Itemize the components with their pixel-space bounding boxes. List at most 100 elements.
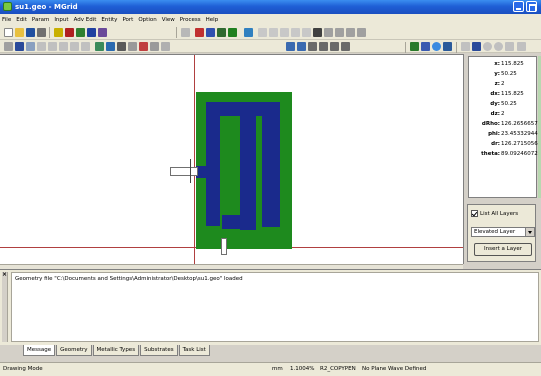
excite-icon[interactable] — [161, 42, 170, 51]
port-icon[interactable] — [128, 42, 137, 51]
port-left[interactable] — [170, 167, 198, 176]
boundary-icon[interactable] — [139, 42, 148, 51]
layer-select[interactable]: Elevated Layer — [471, 227, 535, 237]
view-side-icon[interactable] — [330, 42, 339, 51]
list-all-layers-label: List All Layers — [480, 210, 519, 217]
spline-icon[interactable] — [81, 42, 90, 51]
tab-task-list[interactable]: Task List — [178, 345, 210, 356]
menu-option[interactable]: Option — [138, 17, 156, 23]
insert-layer-button[interactable]: Insert a Layer — [474, 243, 532, 256]
toggle-grid-icon[interactable] — [4, 42, 13, 51]
metal-bottom-link[interactable] — [222, 215, 242, 229]
open-folder-icon[interactable] — [15, 28, 24, 37]
menu-entity[interactable]: Entity — [101, 17, 117, 23]
cut-icon[interactable] — [258, 28, 267, 37]
ortho-icon[interactable] — [26, 42, 35, 51]
draw-line-icon[interactable] — [195, 28, 204, 37]
context-help-icon[interactable] — [65, 28, 74, 37]
substrate-icon[interactable] — [95, 42, 104, 51]
results-icon[interactable] — [443, 42, 452, 51]
list-all-layers-checkbox[interactable] — [471, 210, 478, 217]
port-bottom[interactable] — [221, 238, 227, 255]
drawing-canvas[interactable] — [0, 54, 463, 265]
close-icon[interactable]: × — [2, 271, 7, 278]
view-top-icon[interactable] — [319, 42, 328, 51]
menu-file[interactable]: File — [2, 17, 11, 23]
save-icon[interactable] — [26, 28, 35, 37]
coord-row-x: x: 115.825 — [494, 61, 524, 67]
coord-row-theta: theta: 89.09246072 — [481, 151, 538, 157]
curve-icon[interactable] — [59, 42, 68, 51]
coord-row-dy: dy: 50.25 — [490, 101, 517, 107]
tab-metallic-types[interactable]: Metallic Types — [92, 345, 140, 356]
layer-select-value: Elevated Layer — [474, 229, 516, 235]
coord-row-dz: dz: 2 — [490, 111, 505, 117]
menu-adv-edit[interactable]: Adv Edit — [74, 17, 97, 23]
zoom-out-icon[interactable] — [494, 42, 503, 51]
zoom-in-icon[interactable] — [483, 42, 492, 51]
chevron-down-icon[interactable] — [525, 228, 534, 236]
menu-view[interactable]: View — [162, 17, 175, 23]
menu-help[interactable]: Help — [206, 17, 219, 23]
window-title: su1.geo - MGrid — [15, 3, 78, 11]
grid-icon[interactable] — [87, 28, 96, 37]
measure-icon[interactable] — [244, 28, 253, 37]
zoom-box-icon[interactable] — [472, 42, 481, 51]
draw-rect-icon[interactable] — [206, 28, 215, 37]
menu-port[interactable]: Port — [122, 17, 133, 23]
menu-param[interactable]: Param — [32, 17, 49, 23]
title-bar: su1.geo - MGrid — [0, 0, 541, 14]
array-icon[interactable] — [313, 28, 322, 37]
minimize-button[interactable] — [513, 1, 524, 12]
metal-right-arm[interactable] — [262, 115, 280, 227]
draw-arc-icon[interactable] — [228, 28, 237, 37]
rotate-icon[interactable] — [335, 28, 344, 37]
undo-icon[interactable] — [302, 28, 311, 37]
settings-icon[interactable] — [98, 28, 107, 37]
pointer-icon[interactable] — [181, 28, 190, 37]
help-icon[interactable] — [54, 28, 63, 37]
status-pen: R2_COPYPEN — [320, 366, 356, 372]
tab-geometry[interactable]: Geometry — [56, 345, 92, 356]
copy-icon[interactable] — [269, 28, 278, 37]
menu-input[interactable]: Input — [54, 17, 68, 23]
path-icon[interactable] — [48, 42, 57, 51]
tab-message[interactable]: Message — [23, 345, 56, 356]
pane-tabs: Message Geometry Metallic Types Substrat… — [23, 345, 210, 358]
via-icon[interactable] — [117, 42, 126, 51]
maximize-button[interactable] — [526, 1, 537, 12]
metal-center-stem[interactable] — [240, 102, 256, 230]
menu-edit[interactable]: Edit — [16, 17, 27, 23]
mesh-icon[interactable] — [150, 42, 159, 51]
print-icon[interactable] — [37, 28, 46, 37]
step-icon[interactable] — [37, 42, 46, 51]
run-icon[interactable] — [432, 42, 441, 51]
redraw-icon[interactable] — [341, 42, 350, 51]
align-icon[interactable] — [346, 28, 355, 37]
pan-icon[interactable] — [517, 42, 526, 51]
distribute-icon[interactable] — [357, 28, 366, 37]
list-all-layers-row[interactable]: List All Layers — [471, 210, 518, 217]
paste-icon[interactable] — [280, 28, 289, 37]
mirror-icon[interactable] — [324, 28, 333, 37]
pane-grip[interactable] — [2, 272, 8, 342]
main-toolbar — [0, 25, 541, 40]
ruler-icon[interactable] — [461, 42, 470, 51]
tab-substrates[interactable]: Substrates — [140, 345, 178, 356]
layers-icon[interactable] — [76, 28, 85, 37]
zoom-prev-icon[interactable] — [505, 42, 514, 51]
y-axis-line — [194, 55, 195, 265]
arc-tool-icon[interactable] — [70, 42, 79, 51]
draw-poly-icon[interactable] — [217, 28, 226, 37]
new-file-icon[interactable] — [4, 28, 13, 37]
zoom-window-icon[interactable] — [286, 42, 295, 51]
delete-icon[interactable] — [291, 28, 300, 37]
snap-icon[interactable] — [15, 42, 24, 51]
solver-icon[interactable] — [421, 42, 430, 51]
metal-icon[interactable] — [106, 42, 115, 51]
view-3d-icon[interactable] — [308, 42, 317, 51]
metal-left-arm[interactable] — [206, 102, 220, 226]
menu-process[interactable]: Process — [180, 17, 201, 23]
zoom-fit-icon[interactable] — [297, 42, 306, 51]
mesh-grid-icon[interactable] — [410, 42, 419, 51]
